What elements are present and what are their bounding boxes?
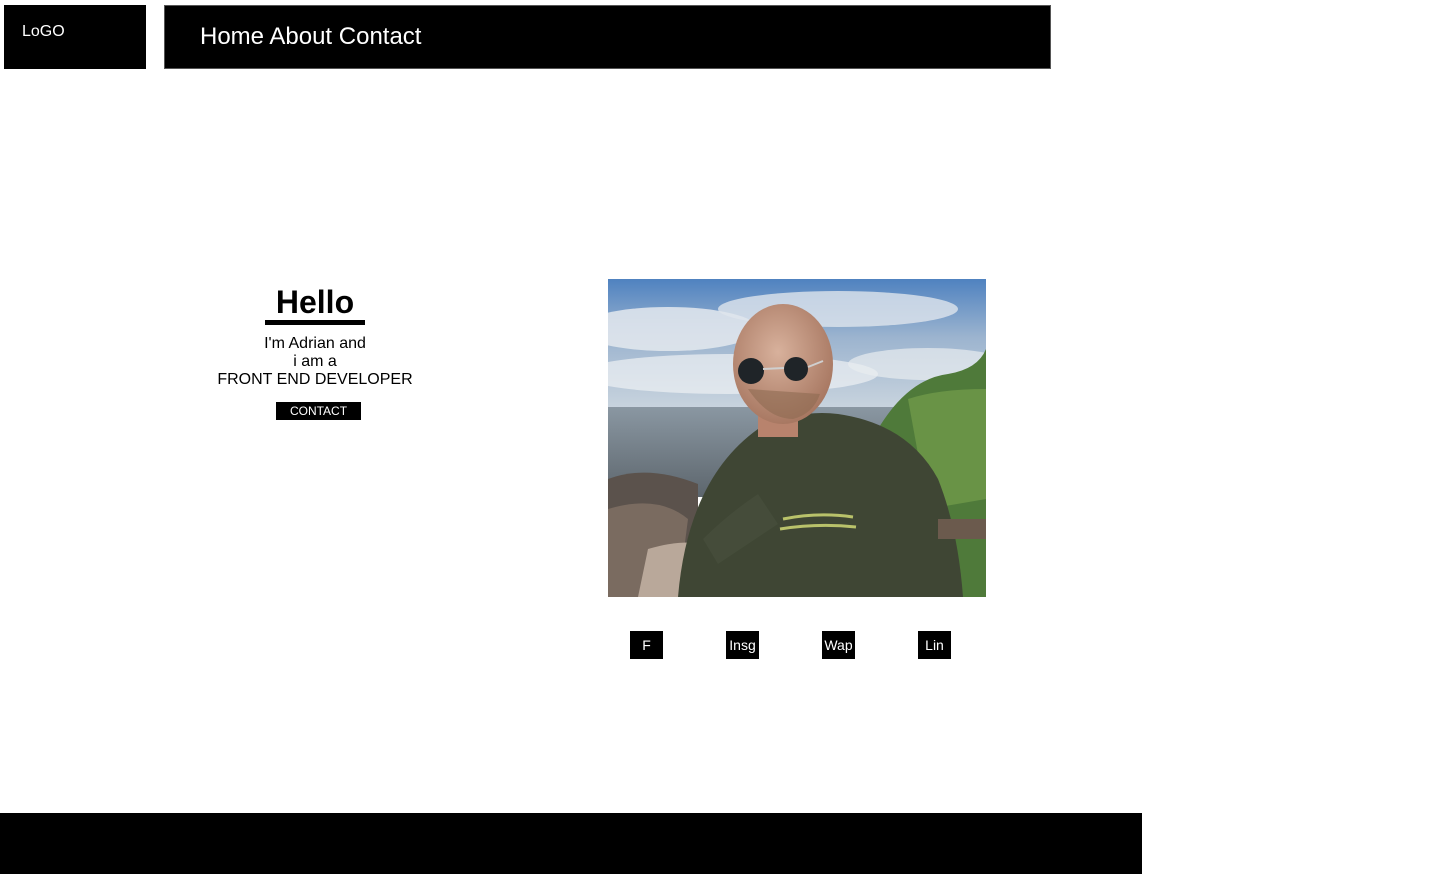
nav-link-home[interactable]: Home (200, 23, 264, 50)
footer-bar (0, 813, 1142, 874)
intro-section: Hello I'm Adrian and i am a FRONT END DE… (190, 284, 440, 389)
intro-line-1: I'm Adrian and (264, 335, 366, 352)
social-whatsapp-button[interactable]: Wap (822, 631, 855, 659)
intro-role: FRONT END DEVELOPER (217, 371, 413, 388)
intro-line-2: i am a (293, 353, 337, 370)
hello-heading: Hello (264, 284, 366, 325)
social-linkedin-button[interactable]: Lin (918, 631, 951, 659)
intro-text: I'm Adrian and i am a FRONT END DEVELOPE… (190, 335, 440, 389)
social-instagram-button[interactable]: Insg (726, 631, 759, 659)
profile-photo (608, 279, 986, 597)
nav-link-about[interactable]: About (269, 23, 332, 50)
logo-text: LoGO (22, 23, 65, 40)
nav-link-contact[interactable]: Contact (339, 23, 422, 50)
contact-button[interactable]: CONTACT (276, 402, 361, 420)
nav-links: Home About Contact (200, 23, 421, 51)
logo-box[interactable]: LoGO (4, 5, 146, 69)
social-facebook-button[interactable]: F (630, 631, 663, 659)
nav-bar: Home About Contact (164, 5, 1051, 69)
